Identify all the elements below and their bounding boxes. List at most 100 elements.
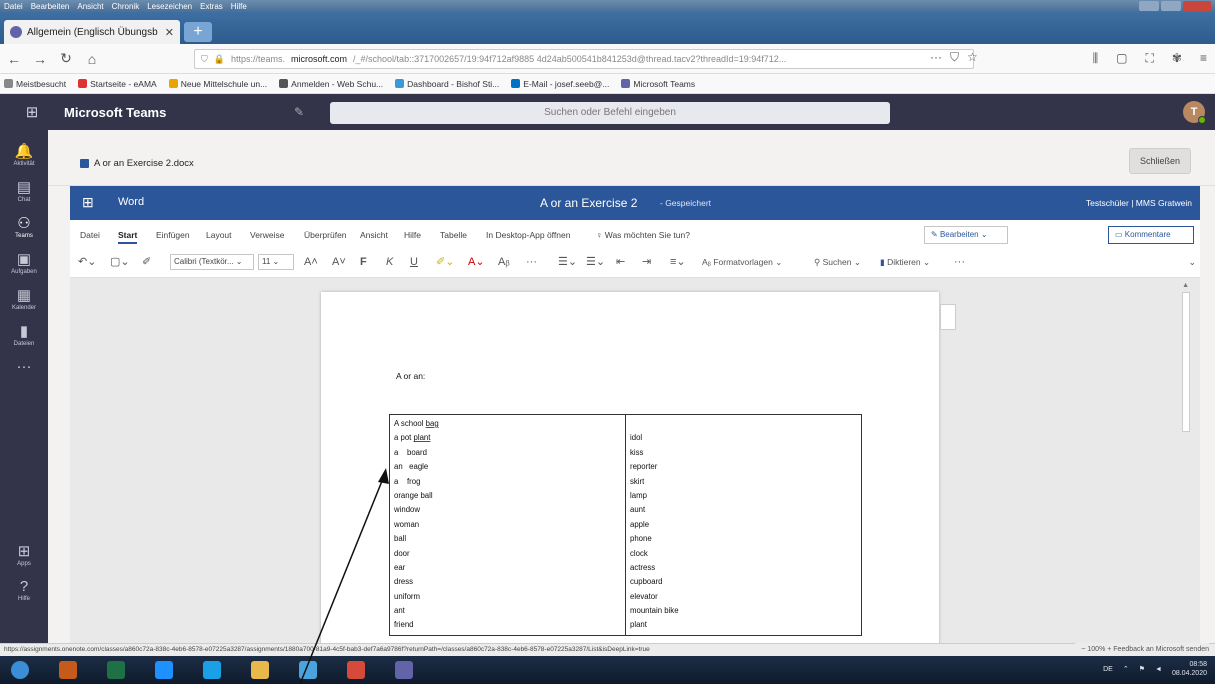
reload-icon[interactable]: ↻ [58, 50, 74, 67]
menu-icon[interactable]: ≡ [1200, 51, 1207, 66]
chrome-icon[interactable] [338, 658, 374, 682]
firefox-icon[interactable] [194, 658, 230, 682]
table-cell-text[interactable]: ear [394, 561, 621, 575]
ribbon-tab[interactable]: Überprüfen [304, 230, 347, 240]
browser-tab[interactable]: Allgemein (Englisch Übungsb ✕ [4, 20, 180, 44]
table-cell-text[interactable]: skirt [630, 475, 857, 489]
ribbon-tab[interactable]: ♀ Was möchten Sie tun? [596, 230, 690, 240]
undo-icon[interactable]: ↶⌄ [78, 252, 96, 272]
new-tab-button[interactable]: + [184, 22, 212, 42]
scroll-up-icon[interactable]: ▲ [1182, 282, 1189, 289]
table-left-column[interactable]: A school bag a pot plant a board an eagle a … [389, 414, 626, 636]
start-icon[interactable] [2, 658, 38, 682]
avatar[interactable]: T [1183, 101, 1206, 124]
bold-icon[interactable]: F [360, 252, 367, 272]
ribbon-tab[interactable]: Datei [80, 230, 100, 240]
table-right-column[interactable]: idol kiss reporter skirt lamp aunt apple phone c… [626, 415, 862, 636]
table-cell-text[interactable]: woman [394, 518, 621, 532]
table-cell-text[interactable]: a board [394, 446, 621, 460]
decrease-indent-icon[interactable]: ⇤ [616, 252, 625, 272]
comments-button[interactable]: ▭ Kommentare [1108, 226, 1194, 244]
forward-icon[interactable]: → [32, 51, 48, 67]
ribbon-more-icon[interactable]: ··· [526, 252, 537, 272]
table-cell-text[interactable]: an eagle [394, 460, 621, 474]
office-launcher-icon[interactable]: ⊞ [82, 194, 94, 211]
font-name-select[interactable]: Calibri (Textkör... ⌄ [170, 254, 254, 270]
bookmark-item[interactable]: Microsoft Teams [621, 79, 695, 89]
compose-icon[interactable]: ✎ [294, 105, 334, 119]
page-actions-icon[interactable]: ··· [930, 50, 942, 65]
teams-app-icon[interactable] [386, 658, 422, 682]
table-cell-text[interactable]: ant [394, 604, 621, 618]
table-cell-text[interactable]: reporter [630, 460, 857, 474]
table-cell-text[interactable]: uniform [394, 590, 621, 604]
paste-icon[interactable]: ▢⌄ [110, 252, 130, 272]
ribbon-overflow-icon[interactable]: ··· [954, 252, 965, 272]
ribbon-tab[interactable]: Layout [206, 230, 232, 240]
rail-item[interactable]: ▦ Kalender [0, 286, 48, 311]
back-icon[interactable]: ← [6, 51, 22, 67]
highlight-icon[interactable]: ✐⌄ [436, 252, 454, 272]
document-page[interactable]: A or an: A school bag a pot plant a board a… [321, 292, 939, 643]
table-cell-text[interactable]: clock [630, 547, 857, 561]
ribbon-tab[interactable]: Verweise [250, 230, 285, 240]
bookmark-item[interactable]: Dashboard - Bishof Sti... [395, 79, 499, 89]
format-painter-icon[interactable]: ✐ [142, 252, 151, 272]
bookmark-item[interactable]: Anmelden - Web Schu... [279, 79, 383, 89]
rail-item[interactable]: ⚇ Teams [0, 214, 48, 239]
rail-item[interactable]: ▮ Dateien [0, 322, 48, 347]
table-cell-text[interactable]: kiss [630, 446, 857, 460]
table-cell-text[interactable]: window [394, 503, 621, 517]
clock[interactable]: 08:58 08.04.2020 [1172, 660, 1207, 678]
bookmark-star-icon[interactable]: ☆ [967, 50, 978, 65]
app-launcher-icon[interactable]: ⊞ [0, 103, 64, 121]
explorer-icon[interactable] [242, 658, 278, 682]
ie-icon[interactable] [146, 658, 182, 682]
comment-marker[interactable] [940, 304, 956, 330]
ribbon-tab[interactable]: Ansicht [360, 230, 388, 240]
browser-menu-item[interactable]: Datei [4, 2, 23, 11]
browser-menu-item[interactable]: Hilfe [231, 2, 247, 11]
volume-icon[interactable]: ◄ [1155, 666, 1162, 673]
underline-icon[interactable]: U [410, 252, 418, 272]
table-cell-text[interactable]: elevator [630, 590, 857, 604]
excel-icon[interactable] [98, 658, 134, 682]
numbering-icon[interactable]: ☰⌄ [586, 252, 605, 272]
ribbon-tab[interactable]: Einfügen [156, 230, 190, 240]
table-cell-text[interactable]: plant [630, 618, 857, 632]
font-color-icon[interactable]: A⌄ [468, 252, 485, 272]
font-size-select[interactable]: 11 ⌄ [258, 254, 294, 270]
table-cell-text[interactable]: orange ball [394, 489, 621, 503]
table-cell-text[interactable]: a frog [394, 475, 621, 489]
rail-item[interactable]: ▣ Aufgaben [0, 250, 48, 275]
styles-a-icon[interactable]: Aᵦ [498, 252, 510, 272]
media-icon[interactable] [50, 658, 86, 682]
table-cell-text[interactable]: ball [394, 532, 621, 546]
url-bar[interactable]: ⛉ 🔒 https://teams. microsoft.com /_#/schoo… [194, 49, 974, 69]
table-cell-text[interactable]: idol [630, 431, 857, 445]
align-icon[interactable]: ≡⌄ [670, 252, 686, 272]
screenshot-icon[interactable]: ⛶ [1146, 51, 1154, 66]
ribbon-tab[interactable]: Start [118, 230, 138, 244]
ribbon-tab[interactable]: Tabelle [440, 230, 467, 240]
table-cell-text[interactable]: A school bag [394, 417, 621, 431]
ribbon-tab[interactable]: Hilfe [404, 230, 421, 240]
rail-item[interactable]: ··· [0, 358, 48, 376]
shrink-font-icon[interactable]: A˅ [332, 252, 346, 272]
table-cell-text[interactable]: aunt [630, 503, 857, 517]
italic-icon[interactable]: K [386, 252, 393, 272]
extension-icon[interactable]: ✾ [1172, 51, 1182, 66]
library-icon[interactable]: ⫼ [1093, 51, 1099, 66]
ribbon-collapse-icon[interactable]: ⌄ [1188, 252, 1196, 272]
document-canvas[interactable]: A or an: A school bag a pot plant a board a… [70, 278, 1200, 643]
table-cell-text[interactable]: mountain bike [630, 604, 857, 618]
table-cell-text[interactable]: cupboard [630, 575, 857, 589]
word-user[interactable]: Testschüler | MMS Gratwein [1086, 198, 1192, 208]
rail-item[interactable]: 🔔 Aktivität [0, 142, 48, 167]
bookmark-item[interactable]: Neue Mittelschule un... [168, 79, 267, 89]
increase-indent-icon[interactable]: ⇥ [642, 252, 651, 272]
bookmark-item[interactable]: Startseite - eAMA [78, 79, 157, 89]
dictate-button[interactable]: ▮ Diktieren ⌄ [880, 252, 930, 272]
table-cell-text[interactable]: a pot plant [394, 431, 621, 445]
browser-menu-item[interactable]: Extras [200, 2, 223, 11]
